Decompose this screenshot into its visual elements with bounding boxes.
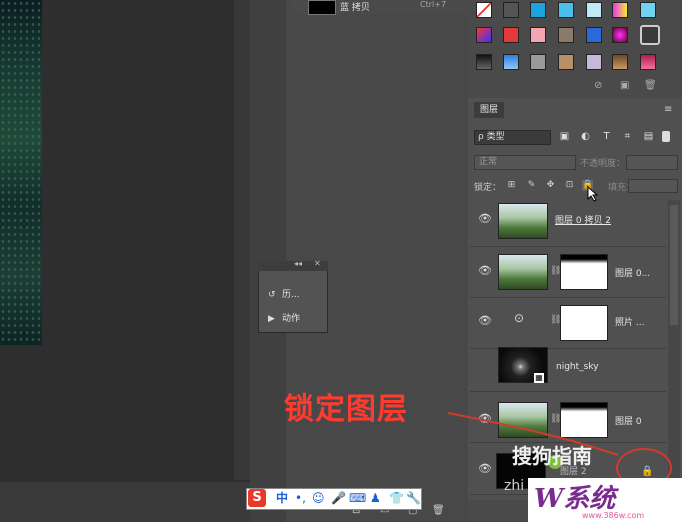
smart-object-icon: ▦ [534,373,544,383]
visibility-eye-icon[interactable]: 👁 [478,212,492,225]
site-logo-watermark: W系统 www.386w.com [528,478,682,522]
swatch[interactable] [586,2,602,18]
layer-name[interactable]: 照片 ... [615,315,644,328]
filter-smart-object-icon[interactable]: ▤ [643,131,654,142]
swatch[interactable] [476,54,492,70]
filter-pixel-icon[interactable]: ▣ [559,131,570,142]
logo-url: www.386w.com [582,511,645,520]
history-shortcut: Ctrl+7 [420,0,447,9]
ime-mode-button[interactable]: 中 [276,490,288,506]
swatch[interactable] [586,54,602,70]
lock-artboard-icon[interactable]: ⊡ [564,180,575,191]
sogou-ime-logo-icon[interactable]: S [248,489,266,507]
layer-thumbnail [498,203,548,239]
tab-layers[interactable]: 图层 [474,102,504,118]
layer-thumbnail [498,254,548,290]
swatch[interactable] [558,2,574,18]
camera-adjustment-icon: ⊙ [514,311,525,325]
actions-panel-button[interactable]: ▶ 动作 [268,311,300,324]
sogou-watermark: 搜狗指南 [512,444,592,468]
swatch[interactable] [640,54,656,70]
history-snapshot-thumb [308,0,336,15]
filter-shape-icon[interactable]: ⌗ [622,131,633,142]
logo-text: W系统 [534,484,616,514]
canvas-scrollbar[interactable] [234,0,250,480]
delete-layer-icon[interactable]: 🗑 [432,505,445,516]
swatch[interactable] [586,27,602,43]
filter-toggle[interactable] [662,131,670,142]
skin-shirt-icon[interactable]: 👕 [389,490,404,506]
filter-type-icon[interactable]: T [601,131,612,142]
mini-panel-header[interactable]: ◂◂ ✕ [258,259,328,271]
new-swatch-icon[interactable]: ▣ [620,80,629,91]
layer-filter-select[interactable]: ρ 类型 [474,130,551,145]
layer-name[interactable]: 图层 0 拷贝 2 [555,213,611,226]
swatch[interactable] [530,2,546,18]
swatch[interactable] [558,54,574,70]
history-panel-label: 历... [282,290,300,300]
swatch[interactable] [503,27,519,43]
trash-icon[interactable]: 🗑 [644,80,657,91]
lock-label: 锁定： [474,183,502,193]
user-icon[interactable]: ♟ [370,490,381,506]
annotation-text: 锁定图层 [284,392,408,427]
swatch[interactable] [612,54,628,70]
collapse-icon[interactable]: ◂◂ [294,259,302,268]
keyboard-icon[interactable]: ⌨ [349,490,366,506]
swatch[interactable] [612,2,628,18]
swatch-none[interactable] [476,2,492,18]
swatch[interactable] [476,27,492,43]
panel-menu-icon[interactable]: ≡ [664,104,672,115]
ime-punct-button[interactable]: •, [295,490,306,506]
swatch[interactable] [558,27,574,43]
layers-scroll-thumb[interactable] [670,205,678,325]
emoji-icon[interactable]: ☺ [312,490,325,506]
layer-name[interactable]: night_sky [556,362,599,372]
filter-adjustment-icon[interactable]: ◐ [580,131,591,142]
blend-mode-select[interactable]: 正常 [474,155,576,170]
wrench-settings-icon[interactable]: 🔧 [406,490,421,506]
canvas-image-texture [0,0,42,345]
swatch[interactable] [612,27,628,43]
swatch[interactable] [530,54,546,70]
close-icon[interactable]: ✕ [314,259,321,268]
layer-mask-thumbnail[interactable] [560,305,608,341]
status-bar [0,482,250,522]
lock-image-icon[interactable]: ✎ [526,180,537,191]
swatch-selected[interactable] [640,25,660,45]
microphone-icon[interactable]: 🎤 [331,490,346,506]
layer-name[interactable]: 图层 0... [615,266,650,279]
visibility-eye-icon[interactable]: 👁 [478,314,492,327]
fill-field[interactable] [628,179,678,193]
swatch[interactable] [640,2,656,18]
play-action-icon: ▶ [268,314,275,324]
lock-transparent-icon[interactable]: ⊞ [506,180,517,191]
opacity-field[interactable] [626,155,678,170]
swatch[interactable] [503,54,519,70]
layer-mask-thumbnail[interactable] [560,254,608,290]
zhi-watermark: zhi [504,478,525,494]
swatch[interactable] [503,2,519,18]
opacity-label: 不透明度： [580,159,626,169]
history-snapshot-label: 蓝 拷贝 [340,3,370,13]
lock-position-icon[interactable]: ✥ [545,180,556,191]
no-icon[interactable]: ⊘ [594,80,602,91]
history-icon: ↺ [268,290,276,300]
history-panel-button[interactable]: ↺ 历... [268,287,300,300]
visibility-eye-icon[interactable]: 👁 [478,264,492,277]
actions-panel-label: 动作 [282,314,301,324]
swatch[interactable] [530,27,546,43]
